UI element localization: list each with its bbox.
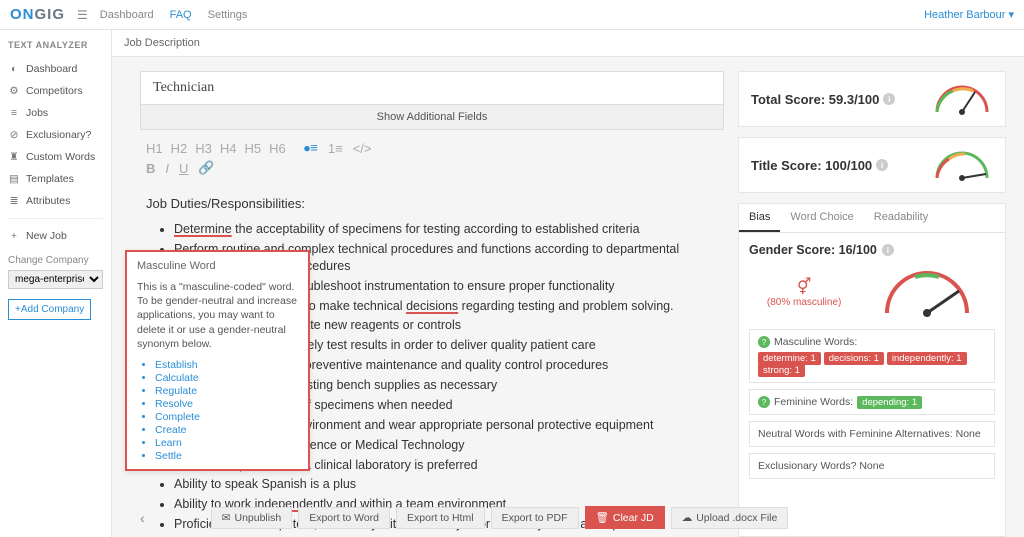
info-icon[interactable]: i bbox=[882, 244, 894, 256]
export-word-button[interactable]: Export to Word bbox=[298, 507, 390, 529]
add-company-button[interactable]: +Add Company bbox=[8, 299, 91, 320]
gender-score-label: Gender Score: 16/100 i bbox=[749, 243, 995, 257]
exclusionary-words-box: Exclusionary Words? None bbox=[749, 453, 995, 479]
suggestion-item[interactable]: Establish bbox=[155, 359, 298, 371]
heading-h1[interactable]: H1 bbox=[146, 141, 163, 156]
sidebar-item-competitors[interactable]: ⚙Competitors bbox=[8, 80, 103, 102]
suggestion-item[interactable]: Learn bbox=[155, 437, 298, 449]
gender-gauge bbox=[877, 265, 977, 319]
heading-h3[interactable]: H3 bbox=[195, 141, 212, 156]
sidebar-item-custom-words[interactable]: ♜Custom Words bbox=[8, 146, 103, 168]
underline-icon[interactable]: U bbox=[179, 161, 188, 176]
neutral-words-box: Neutral Words with Feminine Alternatives… bbox=[749, 421, 995, 447]
sidebar-item-jobs[interactable]: ≡Jobs bbox=[8, 102, 103, 124]
brand-logo: ONGIG bbox=[10, 6, 65, 23]
suggestion-item[interactable]: Calculate bbox=[155, 372, 298, 384]
show-additional-fields-button[interactable]: Show Additional Fields bbox=[140, 105, 724, 130]
code-icon[interactable]: </> bbox=[353, 141, 372, 156]
feminine-indicator: ⚥ (80% masculine) bbox=[767, 277, 841, 308]
suggestion-item[interactable]: Settle bbox=[155, 450, 298, 462]
mail-icon: ✉ bbox=[222, 512, 231, 524]
total-score-card: Total Score: 59.3/100 i bbox=[738, 71, 1006, 127]
upload-docx-button[interactable]: ☁Upload .docx File bbox=[671, 507, 789, 529]
help-icon[interactable]: ? bbox=[758, 396, 770, 408]
word-chip[interactable]: independently: 1 bbox=[887, 352, 967, 365]
change-company-label: Change Company bbox=[8, 255, 103, 266]
title-score-gauge bbox=[931, 148, 993, 182]
export-html-button[interactable]: Export to Html bbox=[396, 507, 485, 529]
bullet-list-icon[interactable]: ⦁≡ bbox=[304, 140, 318, 156]
suggestion-item[interactable]: Create bbox=[155, 424, 298, 436]
sidebar-title: TEXT ANALYZER bbox=[8, 40, 103, 50]
word-chip[interactable]: decisions: 1 bbox=[824, 352, 884, 365]
list-item: Determine the acceptability of specimens… bbox=[174, 221, 718, 238]
suggestion-item[interactable]: Regulate bbox=[155, 385, 298, 397]
collapse-icon[interactable]: ‹ bbox=[140, 510, 145, 526]
sidebar-item-dashboard[interactable]: ◐Dashboard bbox=[8, 58, 103, 80]
info-icon[interactable]: i bbox=[883, 93, 895, 105]
sidebar-item-templates[interactable]: ▤Templates bbox=[8, 168, 103, 190]
bold-icon[interactable]: B bbox=[146, 161, 155, 176]
heading-h5[interactable]: H5 bbox=[245, 141, 262, 156]
topnav-dashboard[interactable]: Dashboard bbox=[100, 9, 154, 21]
italic-icon[interactable]: I bbox=[165, 161, 169, 176]
info-icon[interactable]: i bbox=[876, 159, 888, 171]
help-icon[interactable]: ? bbox=[758, 336, 770, 348]
job-title-input[interactable]: Technician bbox=[140, 71, 724, 105]
clear-jd-button[interactable]: 🗑Clear JD bbox=[585, 506, 665, 529]
tab-bias[interactable]: Bias bbox=[739, 204, 780, 232]
heading-h2[interactable]: H2 bbox=[171, 141, 188, 156]
feminine-words-box: ? Feminine Words: depending: 1 bbox=[749, 389, 995, 415]
hamburger-icon[interactable]: ☰ bbox=[77, 8, 88, 22]
sidebar-item-attributes[interactable]: ≣Attributes bbox=[8, 190, 103, 212]
ordered-list-icon[interactable]: 1≡ bbox=[328, 141, 343, 156]
link-icon[interactable]: 🔗 bbox=[198, 160, 214, 176]
upload-icon: ☁ bbox=[682, 512, 693, 524]
breadcrumb: Job Description bbox=[112, 30, 1024, 57]
popup-title: Masculine Word bbox=[137, 260, 298, 272]
tab-readability[interactable]: Readability bbox=[864, 204, 938, 232]
tab-word-choice[interactable]: Word Choice bbox=[780, 204, 863, 232]
popup-body: This is a "masculine-coded" word. To be … bbox=[137, 280, 298, 351]
user-menu[interactable]: Heather Barbour ▾ bbox=[924, 8, 1014, 21]
trash-icon: 🗑 bbox=[596, 512, 609, 524]
masculine-words-box: ? Masculine Words: determine: 1 decision… bbox=[749, 329, 995, 383]
heading-h6[interactable]: H6 bbox=[269, 141, 286, 156]
person-icon: ⚥ bbox=[767, 277, 841, 297]
suggestion-item[interactable]: Complete bbox=[155, 411, 298, 423]
heading-h4[interactable]: H4 bbox=[220, 141, 237, 156]
sidebar-new-job[interactable]: + New Job bbox=[8, 225, 103, 247]
word-chip[interactable]: depending: 1 bbox=[857, 396, 922, 409]
export-pdf-button[interactable]: Export to PDF bbox=[491, 507, 579, 529]
masculine-word-popup: Masculine Word This is a "masculine-code… bbox=[125, 250, 310, 471]
list-item: Ability to speak Spanish is a plus bbox=[174, 476, 718, 493]
word-chip[interactable]: strong: 1 bbox=[758, 364, 805, 377]
suggestion-item[interactable]: Resolve bbox=[155, 398, 298, 410]
topnav-settings[interactable]: Settings bbox=[208, 9, 248, 21]
plus-icon: + bbox=[8, 230, 20, 242]
company-select[interactable]: mega-enterprises bbox=[8, 270, 103, 289]
title-score-card: Title Score: 100/100 i bbox=[738, 137, 1006, 193]
topnav-faq[interactable]: FAQ bbox=[170, 9, 192, 21]
editor-toolbar: H1 H2 H3 H4 H5 H6 ⦁≡ 1≡ </> bbox=[140, 130, 724, 160]
sidebar-item-exclusionary-[interactable]: ⊘Exclusionary? bbox=[8, 124, 103, 146]
total-score-gauge bbox=[931, 82, 993, 116]
unpublish-button[interactable]: ✉Unpublish bbox=[211, 507, 293, 529]
